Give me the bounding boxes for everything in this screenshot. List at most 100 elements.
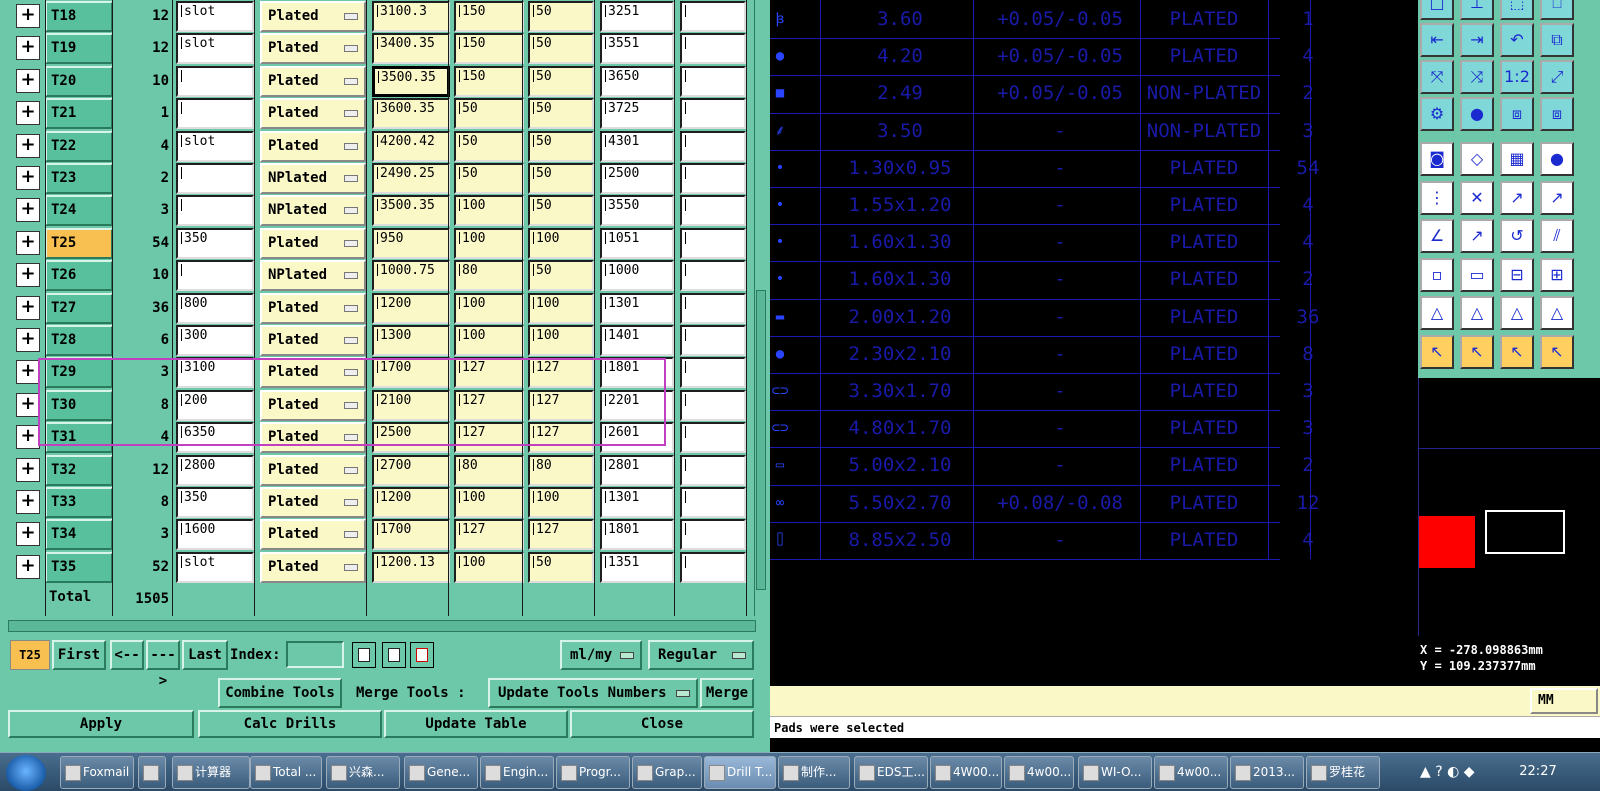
minus-tolerance-field[interactable]: 100 bbox=[528, 487, 594, 518]
minus-tolerance-field[interactable]: 100 bbox=[528, 325, 594, 356]
undo-icon[interactable]: ↶ bbox=[1500, 23, 1534, 57]
connect-alt-icon[interactable]: ↗ bbox=[1540, 180, 1574, 215]
extra-field[interactable] bbox=[680, 227, 746, 259]
tool-button[interactable]: T24 bbox=[45, 195, 113, 227]
arc-icon[interactable]: ↺ bbox=[1500, 219, 1534, 254]
tool-button[interactable]: T32 bbox=[45, 454, 113, 486]
expand-icon[interactable]: + bbox=[16, 425, 40, 450]
drill-size-field[interactable]: 3100.3 bbox=[372, 1, 450, 32]
plating-dropdown[interactable]: Plated bbox=[260, 551, 366, 583]
plating-dropdown[interactable]: NPlated bbox=[260, 260, 366, 292]
ruler-icon[interactable]: ▦ bbox=[1500, 142, 1534, 176]
units-dropdown[interactable]: ml/my bbox=[560, 640, 642, 670]
plating-dropdown[interactable]: Plated bbox=[260, 454, 366, 486]
tool-button[interactable]: T35 bbox=[45, 551, 113, 583]
dot-icon[interactable]: ● bbox=[1540, 142, 1574, 176]
extra-field[interactable] bbox=[680, 389, 746, 421]
finish-size-field[interactable]: 3725 bbox=[600, 98, 674, 130]
minus-tolerance-field[interactable]: 127 bbox=[528, 519, 594, 551]
plating-dropdown[interactable]: NPlated bbox=[260, 195, 366, 227]
rotate-icon[interactable]: ⬚ bbox=[1500, 0, 1534, 20]
pin-icon[interactable]: ● bbox=[1460, 97, 1494, 131]
taskbar-item[interactable]: 制作... bbox=[778, 756, 850, 789]
extra-field[interactable] bbox=[680, 292, 746, 324]
triangle-alt-icon[interactable]: △ bbox=[1540, 296, 1574, 331]
minus-tolerance-field[interactable]: 50 bbox=[528, 551, 594, 583]
expand-icon[interactable]: + bbox=[16, 198, 40, 223]
plus-tolerance-field[interactable]: 100 bbox=[454, 487, 524, 518]
extra-field[interactable] bbox=[680, 487, 746, 518]
settings-icon[interactable]: ⚙ bbox=[1420, 97, 1454, 131]
shape-icon[interactable]: ◇ bbox=[1460, 142, 1494, 176]
tool-button[interactable]: T34 bbox=[45, 519, 113, 551]
extra-field[interactable] bbox=[680, 551, 746, 583]
plus-tolerance-field[interactable]: 100 bbox=[454, 325, 524, 356]
minus-tolerance-field[interactable]: 50 bbox=[528, 195, 594, 227]
expand-icon[interactable]: + bbox=[16, 490, 40, 514]
drill-size-field[interactable]: 1000.75 bbox=[372, 260, 450, 292]
note-field[interactable]: slot bbox=[176, 1, 254, 32]
start-button[interactable] bbox=[6, 755, 46, 791]
scale-icon[interactable]: ⤨ bbox=[1460, 60, 1494, 94]
tool-button[interactable]: T22 bbox=[45, 130, 113, 162]
tool-button[interactable]: T21 bbox=[45, 98, 113, 130]
net-icon[interactable]: ⧈ bbox=[1500, 97, 1534, 131]
taskbar-item[interactable]: WI-O... bbox=[1078, 756, 1152, 789]
snap-out-icon[interactable]: ⇥ bbox=[1460, 23, 1494, 57]
minus-tolerance-field[interactable]: 50 bbox=[528, 98, 594, 130]
expand-icon[interactable]: + bbox=[16, 68, 40, 93]
plating-dropdown[interactable]: Plated bbox=[260, 519, 366, 551]
expand-icon[interactable]: + bbox=[16, 360, 40, 385]
tool-button[interactable]: T19 bbox=[45, 33, 113, 65]
expand-icon[interactable]: + bbox=[16, 36, 40, 61]
calc-drills-button[interactable]: Calc Drills bbox=[198, 710, 382, 738]
minus-tolerance-field[interactable]: 50 bbox=[528, 65, 594, 97]
index-input[interactable] bbox=[286, 641, 344, 668]
cross-icon[interactable]: ✕ bbox=[1460, 180, 1494, 215]
note-field[interactable]: slot bbox=[176, 130, 254, 162]
expand-icon[interactable]: + bbox=[16, 230, 40, 255]
extra-field[interactable] bbox=[680, 195, 746, 227]
note-field[interactable] bbox=[176, 65, 254, 97]
plating-dropdown[interactable]: Plated bbox=[260, 130, 366, 162]
plating-dropdown[interactable]: NPlated bbox=[260, 163, 366, 194]
measure-icon[interactable]: ⊟ bbox=[1500, 257, 1534, 292]
note-field[interactable]: slot bbox=[176, 551, 254, 583]
taskbar-item[interactable]: Total ... bbox=[250, 756, 322, 789]
plating-dropdown[interactable]: Plated bbox=[260, 227, 366, 259]
triangle-icon[interactable]: △ bbox=[1420, 296, 1454, 331]
snap-in-icon[interactable]: ⇤ bbox=[1420, 23, 1454, 57]
taskbar-item[interactable]: Engin... bbox=[480, 756, 554, 789]
finish-size-field[interactable]: 1051 bbox=[600, 227, 674, 259]
extra-field[interactable] bbox=[680, 519, 746, 551]
update-tools-numbers-dropdown[interactable]: Update Tools Numbers bbox=[488, 678, 698, 708]
drill-size-field[interactable]: 4200.42 bbox=[372, 130, 450, 162]
note-field[interactable] bbox=[176, 163, 254, 194]
extra-field[interactable] bbox=[680, 98, 746, 130]
select-point-icon[interactable]: ↖ bbox=[1500, 335, 1534, 369]
plus-tolerance-field[interactable]: 150 bbox=[454, 65, 524, 97]
finish-size-field[interactable]: 2801 bbox=[600, 454, 674, 486]
next-button[interactable]: ---> bbox=[146, 640, 180, 689]
select-net-icon[interactable]: ↖ bbox=[1540, 335, 1574, 369]
drill-size-field[interactable]: 1300 bbox=[372, 325, 450, 356]
taskbar-item[interactable]: Grap... bbox=[632, 756, 702, 789]
tool-button[interactable]: T33 bbox=[45, 487, 113, 518]
split-icon[interactable]: ▭ bbox=[1460, 257, 1494, 292]
expand-icon[interactable]: + bbox=[16, 522, 40, 547]
minus-tolerance-field[interactable]: 50 bbox=[528, 1, 594, 32]
tool-button[interactable]: T20 bbox=[45, 65, 113, 97]
expand-icon[interactable]: + bbox=[16, 295, 40, 320]
extra-field[interactable] bbox=[680, 357, 746, 389]
extra-field[interactable] bbox=[680, 422, 746, 454]
finish-size-field[interactable]: 3550 bbox=[600, 195, 674, 227]
drill-size-field[interactable]: 3400.35 bbox=[372, 33, 450, 65]
taskbar-item[interactable]: 计算器 bbox=[172, 756, 250, 789]
extra-field[interactable] bbox=[680, 454, 746, 486]
taskbar-item[interactable] bbox=[138, 756, 166, 789]
finish-size-field[interactable]: 4301 bbox=[600, 130, 674, 162]
drill-size-field[interactable]: 1200.13 bbox=[372, 551, 450, 583]
extra-field[interactable] bbox=[680, 33, 746, 65]
horizontal-scrollbar[interactable] bbox=[8, 620, 756, 632]
drill-size-field[interactable]: 950 bbox=[372, 227, 450, 259]
